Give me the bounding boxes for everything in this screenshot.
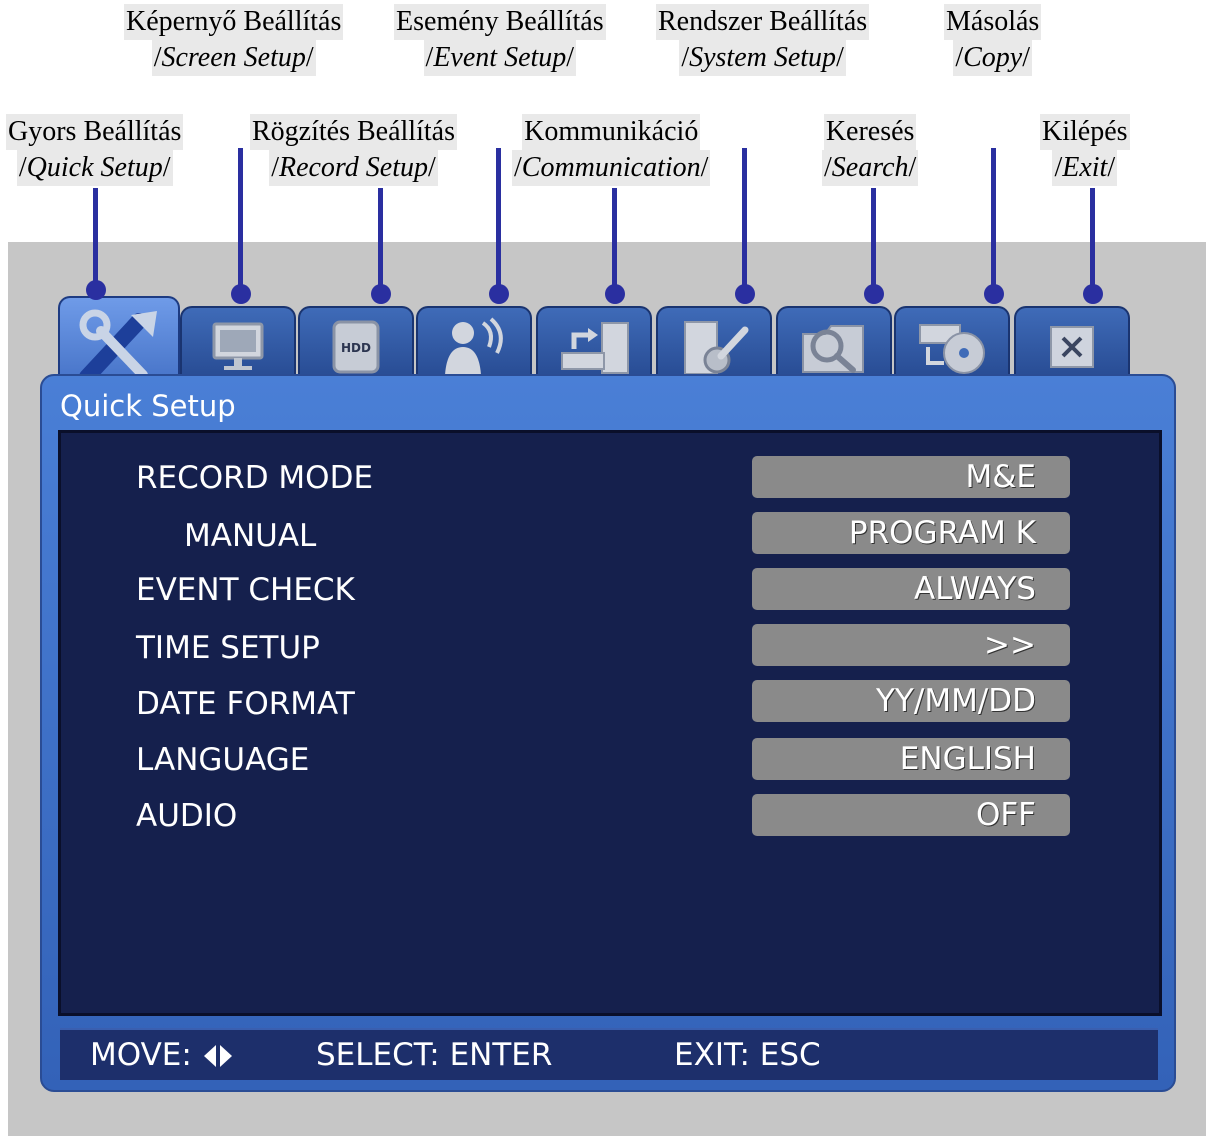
callout-exit: Kilépés /Exit/	[1040, 114, 1130, 186]
close-icon	[1050, 326, 1094, 368]
label-event-check: EVENT CHECK	[136, 572, 355, 608]
callout-communication-en: /Communication/	[512, 150, 711, 186]
callout-record-setup: Rögzítés Beállítás /Record Setup/	[250, 114, 457, 186]
callout-screen-setup: Képernyő Beállítás /Screen Setup/	[124, 4, 344, 76]
value-audio[interactable]: OFF	[752, 794, 1070, 836]
panel-title: Quick Setup	[60, 389, 236, 423]
leader-line-record-setup	[378, 188, 383, 292]
callout-system-setup-en: /System Setup/	[679, 40, 846, 76]
callout-quick-setup-hu: Gyors Beállítás	[6, 114, 184, 150]
leader-line-screen-setup	[238, 148, 243, 292]
status-exit: EXIT: ESC	[674, 1037, 821, 1073]
value-record-mode[interactable]: M&E	[752, 456, 1070, 498]
leader-dot-quick-setup	[86, 280, 106, 300]
callout-record-setup-en: /Record Setup/	[269, 150, 438, 186]
callout-copy: Másolás /Copy/	[944, 4, 1042, 76]
leader-line-system-setup	[742, 148, 747, 292]
leader-dot-exit	[1083, 284, 1103, 304]
leader-dot-search	[864, 284, 884, 304]
label-audio: AUDIO	[136, 798, 238, 834]
leader-line-search	[871, 188, 876, 292]
status-move: MOVE:	[90, 1037, 192, 1073]
leader-line-quick-setup	[93, 188, 98, 292]
callout-event-setup-en: /Event Setup/	[423, 40, 577, 76]
leader-dot-copy	[984, 284, 1004, 304]
callout-exit-hu: Kilépés	[1040, 114, 1130, 150]
callout-quick-setup-en: /Quick Setup/	[16, 150, 173, 186]
label-manual: MANUAL	[184, 518, 317, 554]
callout-communication: Kommunikáció /Communication/	[512, 114, 711, 186]
leader-dot-screen-setup	[231, 284, 251, 304]
system-tools-icon	[684, 321, 749, 375]
callout-event-setup: Esemény Beállítás /Event Setup/	[394, 4, 606, 76]
callout-copy-hu: Másolás	[944, 4, 1042, 40]
callout-screen-setup-en: /Screen Setup/	[151, 40, 316, 76]
value-date-format[interactable]: YY/MM/DD	[752, 680, 1070, 722]
left-right-arrows-icon	[200, 1040, 236, 1082]
callout-quick-setup: Gyors Beállítás /Quick Setup/	[6, 114, 184, 186]
callout-system-setup: Rendszer Beállítás /System Setup/	[656, 4, 870, 76]
hdd-icon: HDD	[332, 320, 380, 374]
search-folder-icon	[802, 325, 864, 373]
leader-line-event-setup	[496, 148, 501, 292]
value-time-setup[interactable]: >>	[752, 624, 1070, 666]
value-event-check[interactable]: ALWAYS	[752, 568, 1070, 610]
hdd-icon-text: HDD	[341, 341, 371, 355]
callout-communication-hu: Kommunikáció	[522, 114, 701, 150]
label-date-format: DATE FORMAT	[136, 686, 355, 722]
leader-dot-communication	[605, 284, 625, 304]
status-select: SELECT: ENTER	[316, 1037, 553, 1073]
leader-line-copy	[991, 148, 996, 292]
leader-dot-system-setup	[735, 284, 755, 304]
callout-search: Keresés /Search/	[822, 114, 919, 186]
callout-system-setup-hu: Rendszer Beállítás	[656, 4, 870, 40]
leader-line-exit	[1090, 188, 1095, 292]
copy-disc-icon	[919, 324, 985, 374]
network-icon	[561, 322, 629, 374]
label-language: LANGUAGE	[136, 742, 310, 778]
value-manual[interactable]: PROGRAM K	[752, 512, 1070, 554]
callout-record-setup-hu: Rögzítés Beállítás	[250, 114, 457, 150]
label-record-mode: RECORD MODE	[136, 460, 374, 496]
callout-search-hu: Keresés	[823, 114, 917, 150]
leader-dot-record-setup	[371, 284, 391, 304]
callout-event-setup-hu: Esemény Beállítás	[394, 4, 606, 40]
value-language[interactable]: ENGLISH	[752, 738, 1070, 780]
person-signal-icon	[445, 317, 503, 375]
callout-copy-en: /Copy/	[953, 40, 1032, 76]
callout-exit-en: /Exit/	[1052, 150, 1118, 186]
leader-line-communication	[612, 188, 617, 292]
label-time-setup: TIME SETUP	[136, 630, 320, 666]
callout-screen-setup-hu: Képernyő Beállítás	[124, 4, 344, 40]
callout-search-en: /Search/	[822, 150, 919, 186]
status-bar: MOVE: SELECT: ENTER EXIT: ESC	[60, 1028, 1158, 1080]
monitor-icon	[212, 322, 264, 370]
leader-dot-event-setup	[489, 284, 509, 304]
